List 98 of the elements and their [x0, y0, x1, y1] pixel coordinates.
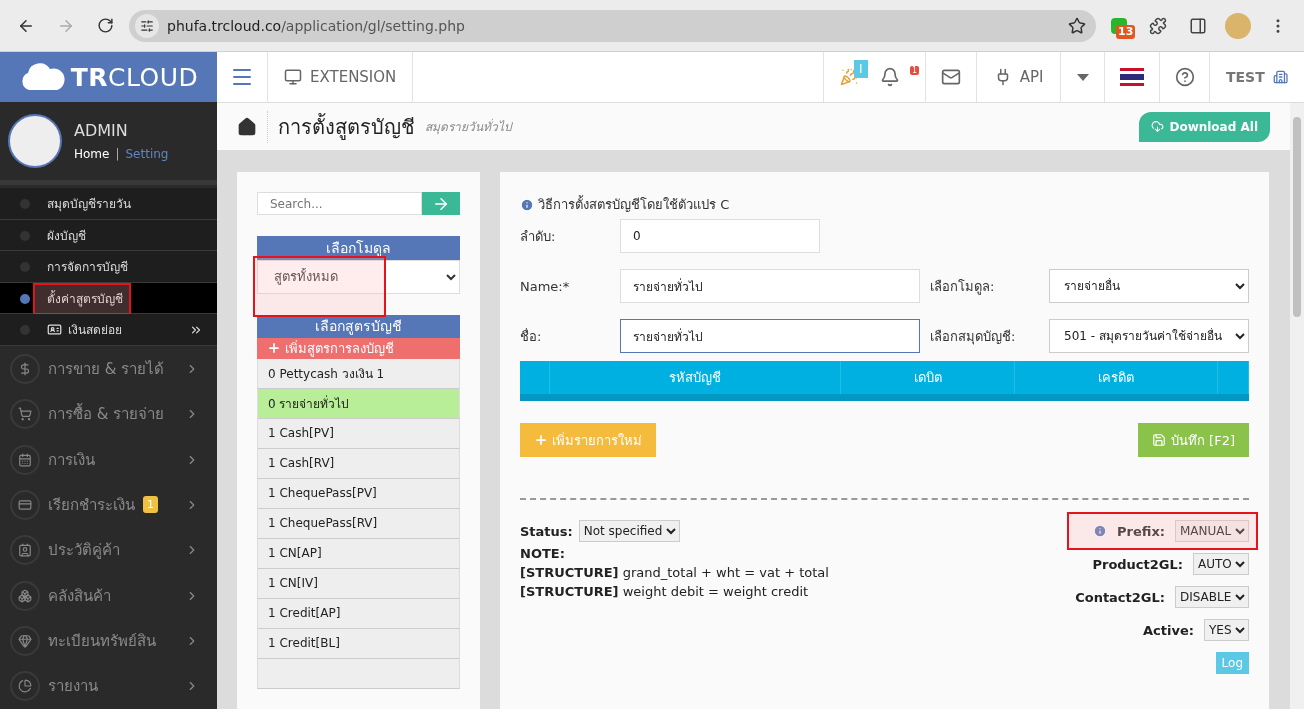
status-label: Status: — [520, 523, 573, 539]
note-title: NOTE: — [520, 546, 566, 561]
field-label: เลือกโมดูล: — [930, 277, 996, 297]
sidebar-item[interactable]: การจัดการบัญชี — [0, 251, 217, 283]
address-bar[interactable]: phufa.trcloud.co/application/gl/setting.php — [129, 9, 1096, 42]
sidebar-menu-item[interactable]: ประวัติคู่ค้า — [0, 527, 217, 573]
page-subtitle: สมุดรายวันทั่วไป — [425, 117, 514, 136]
help-icon[interactable] — [1174, 67, 1195, 87]
api-link[interactable]: API — [1019, 68, 1044, 86]
formula-item[interactable]: 1 ChequePass[PV] — [257, 479, 460, 509]
formula-item[interactable]: 1 Credit[AP] — [257, 599, 460, 629]
formula-item[interactable]: 1 CN[AP] — [257, 539, 460, 569]
calendar-icon — [10, 444, 40, 475]
thai-flag-icon[interactable] — [1120, 68, 1144, 86]
setting-select[interactable]: DISABLE — [1175, 586, 1249, 608]
cart-icon — [10, 399, 40, 430]
sidebar-menu-item[interactable]: การซื้อ & รายจ่าย — [0, 391, 217, 437]
formula-item[interactable]: 1 Cash[PV] — [257, 419, 460, 449]
mail-icon[interactable] — [941, 67, 961, 87]
column-header: รหัสบัญชี — [550, 361, 841, 394]
bell-icon[interactable] — [880, 67, 900, 87]
gem-icon — [10, 626, 40, 656]
url-text: phufa.trcloud.co/application/gl/setting.php — [167, 17, 466, 34]
setting-label: Product2GL: — [1092, 556, 1183, 572]
formula-item[interactable]: 0 Pettycash วงเงิน 1 — [257, 359, 460, 389]
setting-label: Contact2GL: — [1075, 589, 1165, 605]
formula-item[interactable]: 1 ChequePass[RV] — [257, 509, 460, 539]
monitor-icon[interactable] — [284, 68, 302, 86]
news-badge: I — [854, 60, 868, 78]
breadcrumb-link[interactable]: Home — [74, 147, 110, 162]
star-icon[interactable] — [1068, 16, 1086, 35]
search-field[interactable]: Search... — [257, 192, 422, 216]
notification-badge: 1 — [910, 66, 920, 75]
module-select[interactable]: สูตรทั้งหมด — [257, 259, 460, 294]
site-settings-icon[interactable] — [135, 13, 159, 38]
formula-item[interactable]: 0 รายจ่ายทั่วไป — [257, 389, 460, 419]
timeline-dot — [20, 293, 30, 304]
page-title: การตั้งสูตรบัญชี — [267, 110, 415, 143]
credit-card-icon — [10, 489, 40, 520]
extension-badge: 13 — [1116, 24, 1136, 39]
info-icon — [520, 197, 534, 212]
cloud-download-icon — [1151, 120, 1165, 133]
brand-name: TRCLOUD — [70, 62, 199, 92]
status-select[interactable]: Not specified — [578, 520, 680, 542]
contact-card-icon — [10, 535, 40, 566]
field-label: เลือกสมุดบัญชี: — [930, 327, 1017, 347]
plus-icon — [267, 341, 281, 356]
formula-item[interactable]: 1 Credit[BL] — [257, 629, 460, 659]
formula-item[interactable]: 1 CN[IV] — [257, 569, 460, 599]
module-header: เลือกโมดูล — [257, 236, 460, 260]
field-label: ลำดับ: — [520, 227, 557, 246]
order-field[interactable]: 0 — [620, 219, 820, 253]
save-icon — [1151, 433, 1166, 447]
setting-select[interactable]: AUTO — [1193, 553, 1249, 575]
sidebar-menu-item[interactable]: การเงิน — [0, 436, 217, 483]
info-note: วิธีการตั้งสตรบัญชีโดยใช้ตัวแปร C — [538, 194, 730, 214]
note-text: [STRUCTURE] weight debit = weight credit — [520, 584, 810, 599]
extension-button[interactable]: 13 — [1104, 10, 1134, 41]
id-card-icon — [47, 322, 62, 338]
plus-icon — [534, 433, 548, 447]
sidebar-menu-item[interactable]: ทะเบียนทรัพย์สิน — [0, 618, 217, 664]
column-header: เดบิต — [841, 361, 1015, 394]
reload-icon[interactable] — [97, 17, 114, 34]
setting-label: Prefix: — [1117, 523, 1165, 539]
field-label: ชื่อ: — [520, 327, 543, 346]
sidebar-menu-item[interactable]: เรียกชำระเงิน 1 — [0, 482, 217, 528]
sidebar-item[interactable]: ผังบัญชี — [0, 219, 217, 252]
separator: | — [115, 147, 120, 162]
extension-link[interactable]: EXTENSION — [310, 68, 397, 86]
caret-down-icon[interactable] — [1076, 73, 1089, 81]
journal-select[interactable]: 501 - สมุดรายวันค่าใช้จ่ายอื่น — [1049, 319, 1249, 353]
note-text: [STRUCTURE] grand_total + wht = vat + total — [520, 565, 829, 580]
thai-name-field[interactable]: รายจ่ายทั่วไป — [620, 319, 920, 353]
company-name[interactable]: TEST — [1226, 69, 1265, 85]
sidebar-menu-item[interactable]: การขาย & รายได้ — [0, 346, 217, 392]
name-field[interactable]: รายจ่ายทั่วไป — [620, 269, 920, 303]
field-label: Name:* — [520, 278, 571, 294]
breadcrumb-link[interactable]: Setting — [125, 147, 169, 162]
pie-chart-icon — [10, 671, 40, 702]
user-name: ADMIN — [74, 121, 129, 141]
sidebar-item[interactable]: เงินสดย่อย — [0, 314, 217, 347]
sidebar-menu-item[interactable]: คลังสินค้า — [0, 572, 217, 619]
sidebar-menu-item[interactable]: รายงาน — [0, 663, 217, 709]
formula-item[interactable]: 1 Cash[RV] — [257, 449, 460, 479]
setting-select[interactable]: YES — [1204, 619, 1249, 641]
column-header: เครดิต — [1015, 361, 1218, 394]
count-badge: 1 — [143, 496, 158, 514]
brand-logo[interactable]: TRCLOUD — [0, 52, 217, 103]
module-select[interactable]: รายจ่ายอื่น — [1049, 269, 1249, 303]
scrollbar[interactable] — [1290, 103, 1304, 709]
formula-header: เลือกสูตรบัญชี — [257, 314, 460, 338]
setting-label: Active: — [1143, 622, 1194, 638]
setting-select[interactable]: MANUAL — [1175, 520, 1249, 542]
boxes-icon — [10, 580, 40, 611]
sidebar-item[interactable]: สมุดบัญชีรายวัน — [0, 188, 217, 220]
avatar — [8, 114, 62, 169]
home-icon[interactable] — [237, 116, 257, 137]
dollar-icon — [10, 353, 40, 384]
